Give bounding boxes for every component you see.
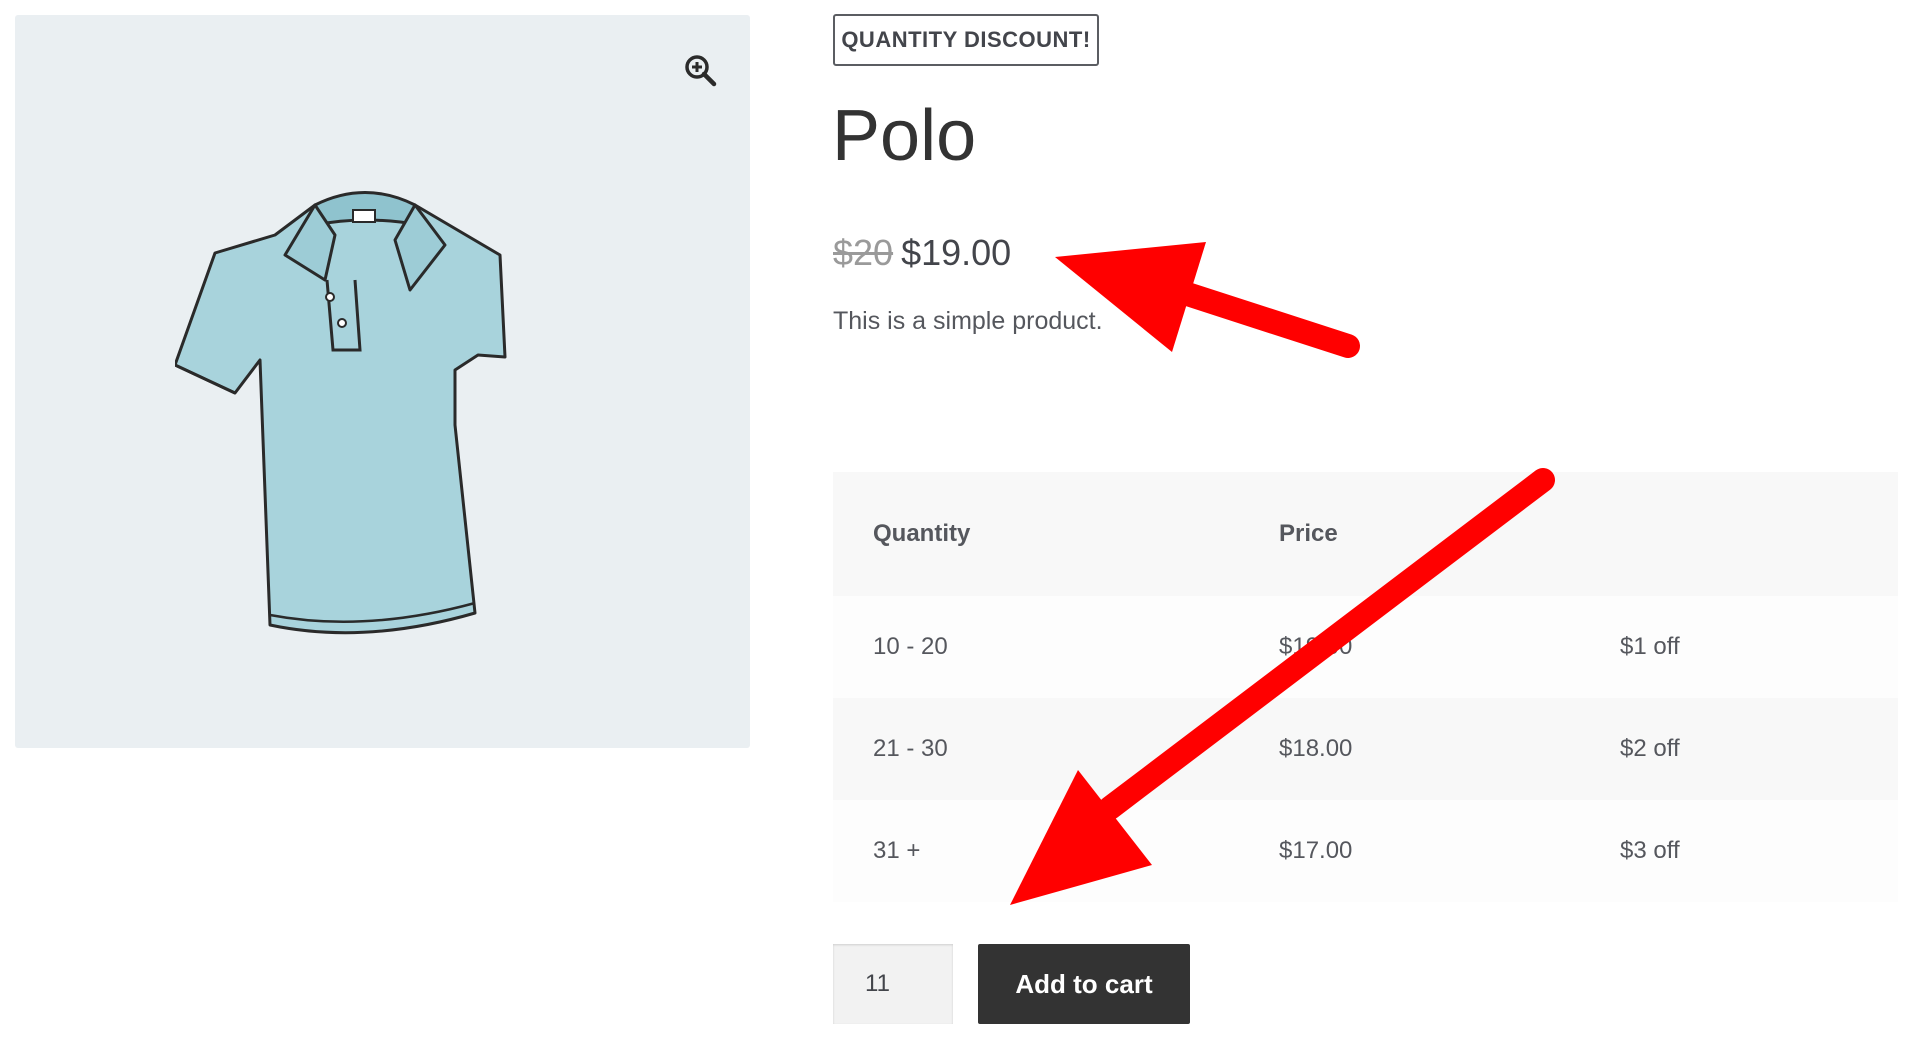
tier-quantity: 10 - 20: [873, 633, 948, 660]
polo-shirt-image[interactable]: [175, 155, 615, 635]
quantity-input[interactable]: [833, 944, 953, 1024]
product-price: $20 $19.00: [833, 232, 1011, 274]
table-row: 31 + $17.00 $3 off: [833, 800, 1898, 902]
tier-quantity: 21 - 30: [873, 735, 948, 762]
quantity-header: Quantity: [873, 520, 971, 547]
original-price: $20: [833, 232, 894, 273]
table-header-row: Quantity Price: [833, 472, 1898, 596]
tier-quantity: 31 +: [873, 837, 921, 864]
price-header: Price: [1279, 520, 1338, 547]
tier-discount: $1 off: [1620, 633, 1680, 660]
quantity-discount-table: Quantity Price 10 - 20 $19.00 $1 off 21 …: [833, 472, 1898, 902]
tier-price: $17.00: [1279, 837, 1353, 864]
tier-discount: $3 off: [1620, 837, 1680, 864]
sale-price: $19.00: [901, 232, 1012, 273]
product-description: This is a simple product.: [833, 307, 1103, 335]
product-gallery: [15, 15, 750, 748]
tier-price: $19.00: [1279, 633, 1353, 660]
tier-discount: $2 off: [1620, 735, 1680, 762]
zoom-in-icon[interactable]: [682, 52, 718, 88]
table-row: 21 - 30 $18.00 $2 off: [833, 698, 1898, 800]
product-title: Polo: [832, 96, 977, 176]
discount-header: [1580, 472, 1898, 596]
add-to-cart-button[interactable]: Add to cart: [978, 944, 1190, 1024]
tier-price: $18.00: [1279, 735, 1353, 762]
sale-badge: QUANTITY DISCOUNT!: [833, 14, 1099, 66]
table-row: 10 - 20 $19.00 $1 off: [833, 596, 1898, 698]
